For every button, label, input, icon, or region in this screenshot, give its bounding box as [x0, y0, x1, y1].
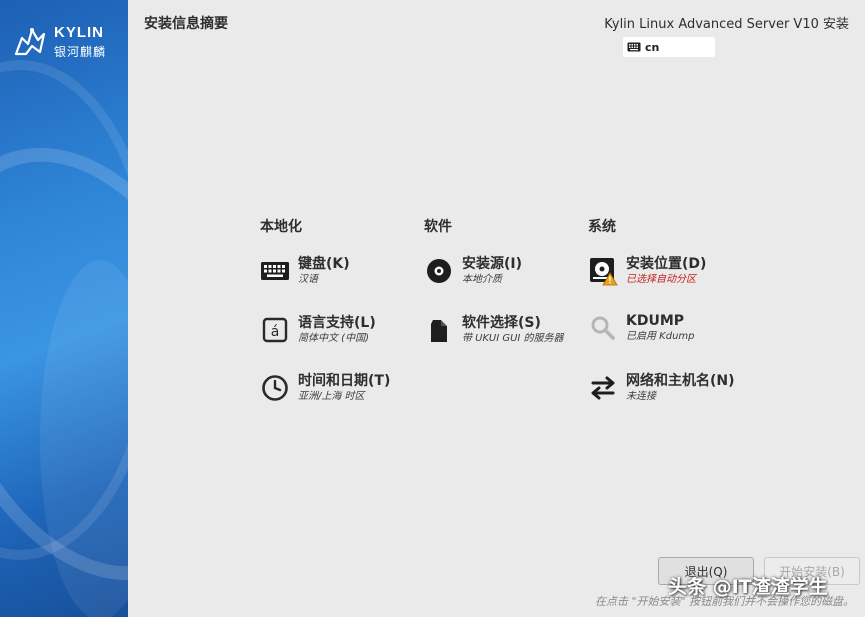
- main-hub: 安装信息摘要 Kylin Linux Advanced Server V10 安…: [128, 0, 865, 617]
- spoke-status: 未连接: [626, 391, 656, 402]
- language-icon: á: [260, 315, 290, 345]
- page-title: 安装信息摘要: [144, 16, 228, 32]
- category-localization: 本地化: [260, 219, 302, 235]
- spoke-label: 键盘(K): [298, 256, 350, 272]
- spoke-label: 时间和日期(T): [298, 373, 391, 389]
- svg-text:á: á: [271, 324, 280, 340]
- spoke-label: 语言支持(L): [298, 315, 376, 331]
- spoke-kdump[interactable]: KDUMP 已启用 Kdump: [588, 313, 695, 344]
- search-icon: [588, 313, 618, 343]
- spoke-label: 安装源(I): [462, 256, 523, 272]
- spoke-status: 本地介质: [462, 274, 502, 285]
- spoke-status: 简体中文 (中国): [298, 333, 369, 344]
- keyboard-layout-label: cn: [645, 40, 660, 54]
- kylin-logo-icon: [14, 28, 46, 56]
- keyboard-icon: [627, 42, 641, 52]
- spoke-language-support[interactable]: á 语言支持(L) 简体中文 (中国): [260, 315, 376, 346]
- disk-warning-icon: [588, 256, 618, 286]
- spoke-keyboard[interactable]: 键盘(K) 汉语: [260, 256, 350, 287]
- kylin-logo: KYLIN 银河麒麟: [12, 22, 120, 62]
- spoke-label: 安装位置(D): [626, 256, 707, 272]
- spoke-status: 带 UKUI GUI 的服务器: [462, 333, 564, 344]
- watermark: 头条 @IT渣渣学生: [668, 576, 828, 598]
- keyboard-layout-indicator[interactable]: cn: [623, 37, 715, 57]
- spoke-label: 软件选择(S): [462, 315, 541, 331]
- spoke-status: 汉语: [298, 274, 318, 285]
- spoke-date-time[interactable]: 时间和日期(T) 亚洲/上海 时区: [260, 373, 390, 404]
- category-software: 软件: [424, 219, 452, 235]
- product-title: Kylin Linux Advanced Server V10 安装: [604, 17, 849, 32]
- disc-icon: [424, 256, 454, 286]
- sidebar: KYLIN 银河麒麟: [0, 0, 128, 617]
- clock-icon: [260, 373, 290, 403]
- spoke-network-hostname[interactable]: 网络和主机名(N) 未连接: [588, 373, 735, 404]
- network-arrows-icon: [588, 373, 618, 403]
- spoke-installation-destination[interactable]: 安装位置(D) 已选择自动分区: [588, 256, 706, 287]
- spoke-software-selection[interactable]: 软件选择(S) 带 UKUI GUI 的服务器: [424, 315, 564, 346]
- spoke-status-warning: 已选择自动分区: [626, 274, 696, 285]
- logo-chinese: 银河麒麟: [54, 45, 107, 59]
- category-system: 系统: [588, 219, 616, 235]
- spoke-label: KDUMP: [626, 313, 685, 329]
- package-icon: [424, 315, 454, 345]
- spoke-label: 网络和主机名(N): [626, 373, 735, 389]
- keyboard-icon: [260, 256, 290, 286]
- spoke-status: 亚洲/上海 时区: [298, 391, 365, 402]
- spoke-status: 已启用 Kdump: [626, 331, 695, 342]
- spoke-installation-source[interactable]: 安装源(I) 本地介质: [424, 256, 522, 287]
- logo-wordmark: KYLIN: [54, 24, 104, 41]
